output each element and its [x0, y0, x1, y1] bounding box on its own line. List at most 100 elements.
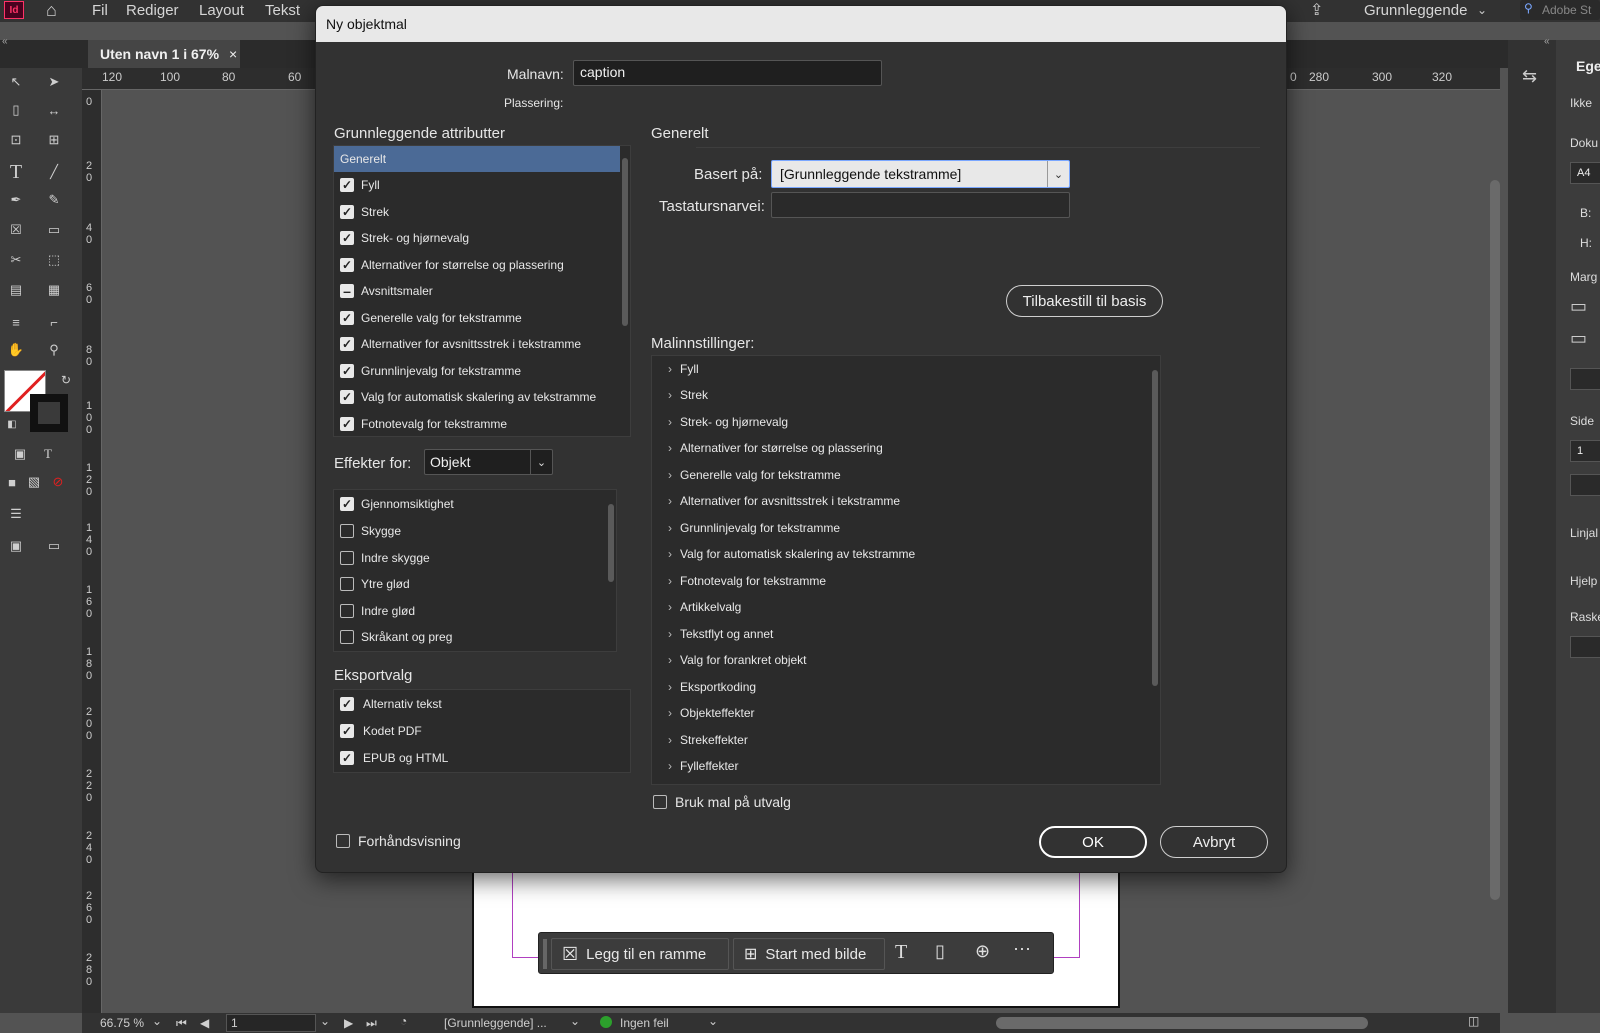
checkbox[interactable]: ✓ — [340, 497, 354, 511]
first-page-icon[interactable]: ⏮ — [176, 1016, 187, 1031]
apply-color-icon[interactable]: ■ — [0, 470, 24, 494]
next-page-icon[interactable]: ▶ — [344, 1016, 353, 1030]
note-tool-icon[interactable]: ≡ — [4, 310, 28, 334]
chevron-right-icon[interactable]: › — [660, 600, 680, 614]
last-page-icon[interactable]: ⏭ — [366, 1016, 377, 1031]
pen-tool-icon[interactable]: ✒ — [4, 188, 28, 212]
quick-action-button[interactable] — [1570, 636, 1600, 658]
direct-selection-tool-icon[interactable]: ➤ — [42, 70, 66, 94]
chevron-right-icon[interactable]: › — [660, 468, 680, 482]
chevron-right-icon[interactable]: › — [660, 733, 680, 747]
page-size-dropdown[interactable]: A4 — [1570, 162, 1600, 184]
split-view-icon[interactable]: ◫ — [1468, 1014, 1479, 1028]
chevron-down-icon[interactable]: ⌄ — [570, 1014, 580, 1028]
margin-field[interactable] — [1570, 368, 1600, 390]
checkbox[interactable]: ✓ — [340, 311, 354, 325]
list-item[interactable]: ✓ Fotnotevalg for tekstramme — [334, 411, 630, 437]
list-item[interactable]: Indre skygge — [334, 545, 616, 571]
tree-item[interactable]: › Generelle valg for tekstramme — [652, 462, 1160, 488]
preflight-icon[interactable]: ◔ — [400, 1014, 407, 1028]
menu-item-tekst[interactable]: Tekst — [265, 2, 300, 19]
pages-panel-icon[interactable]: ⇆ — [1522, 66, 1537, 87]
style-name-input[interactable]: caption — [573, 60, 882, 86]
hand-tool-icon[interactable]: ✋ — [4, 338, 28, 362]
checkbox[interactable]: ✓ — [340, 751, 354, 765]
type-tool-icon[interactable]: T — [4, 160, 28, 184]
checkbox[interactable]: ✓ — [340, 178, 354, 192]
chevron-right-icon[interactable]: › — [660, 574, 680, 588]
rectangle-frame-tool-icon[interactable]: ☒ — [4, 218, 28, 242]
chevron-right-icon[interactable]: › — [660, 494, 680, 508]
checkbox[interactable] — [340, 551, 354, 565]
list-item[interactable]: ✓ Alternativ tekst — [334, 691, 630, 717]
chevron-down-icon[interactable]: ⌄ — [708, 1014, 718, 1028]
preview-checkbox[interactable]: Forhåndsvisning — [336, 833, 461, 849]
workspace-switcher[interactable]: Grunnleggende — [1364, 2, 1467, 19]
zoom-tool-icon[interactable]: ⚲ — [42, 338, 66, 362]
chevron-right-icon[interactable]: › — [660, 547, 680, 561]
rectangle-tool-icon[interactable]: ▭ — [42, 218, 66, 242]
list-scrollbar[interactable] — [606, 490, 616, 651]
chevron-down-icon[interactable]: ⌄ — [152, 1014, 162, 1028]
based-on-dropdown[interactable]: [Grunnleggende tekstramme] ⌄ — [771, 160, 1070, 188]
close-icon[interactable]: × — [229, 46, 237, 62]
list-item[interactable]: Skråkant og preg — [334, 624, 616, 650]
list-item-generelt[interactable]: Generelt — [334, 146, 620, 172]
checkbox[interactable] — [336, 834, 350, 848]
chevron-right-icon[interactable]: › — [660, 759, 680, 773]
tree-item[interactable]: › Strek- og hjørnevalg — [652, 409, 1160, 435]
chevron-right-icon[interactable]: › — [660, 388, 680, 402]
list-item[interactable]: ✓ Kodet PDF — [334, 718, 630, 744]
stroke-swatch[interactable] — [30, 394, 68, 432]
chevron-right-icon[interactable]: › — [660, 653, 680, 667]
reset-to-base-button[interactable]: Tilbakestill til basis — [1006, 285, 1163, 317]
checkbox[interactable] — [340, 604, 354, 618]
content-placer-icon[interactable]: ⊞ — [42, 128, 66, 152]
chevron-right-icon[interactable]: › — [660, 627, 680, 641]
tree-item[interactable]: › Fylleffekter — [652, 753, 1160, 779]
shortcut-input[interactable] — [771, 192, 1070, 218]
start-with-image-button[interactable]: ⊞ Start med bilde — [733, 938, 885, 970]
checkbox[interactable] — [340, 524, 354, 538]
menu-item-rediger[interactable]: Rediger — [126, 2, 179, 19]
presentation-mode-icon[interactable]: ▭ — [42, 534, 66, 558]
margin-top-icon[interactable]: ▭ — [1570, 296, 1587, 317]
cancel-button[interactable]: Avbryt — [1160, 826, 1268, 858]
list-item[interactable]: ✓ Generelle valg for tekstramme — [334, 305, 630, 331]
page-number-field[interactable]: 1 — [226, 1014, 316, 1032]
list-item[interactable]: ✓ Gjennomsiktighet — [334, 491, 616, 517]
list-item[interactable]: Indre glød — [334, 598, 616, 624]
free-transform-tool-icon[interactable]: ⬚ — [42, 248, 66, 272]
add-frame-button[interactable]: ☒ Legg til en ramme — [551, 938, 729, 970]
list-scrollbar[interactable] — [620, 146, 630, 436]
tree-scrollbar[interactable] — [1150, 356, 1160, 784]
view-options-icon[interactable]: ☰ — [4, 502, 28, 526]
checkbox[interactable]: ✓ — [340, 697, 354, 711]
scissors-tool-icon[interactable]: ✂ — [4, 248, 28, 272]
chevron-right-icon[interactable]: › — [660, 441, 680, 455]
scroll-thumb[interactable] — [622, 158, 628, 326]
checkbox[interactable]: ✓ — [340, 364, 354, 378]
more-icon[interactable]: ⋯ — [1013, 939, 1031, 960]
page-icon[interactable]: ▯ — [935, 941, 945, 962]
checkbox[interactable]: ✓ — [340, 417, 354, 431]
error-status[interactable]: Ingen feil — [620, 1016, 669, 1030]
collapse-left-icon[interactable]: « — [2, 36, 8, 47]
tree-item[interactable]: › Valg for automatisk skalering av tekstr… — [652, 541, 1160, 567]
gradient-swatch-tool-icon[interactable]: ▤ — [4, 278, 28, 302]
list-item[interactable]: ✓ EPUB og HTML — [334, 745, 630, 771]
drag-handle[interactable] — [543, 939, 547, 969]
checkbox[interactable]: ✓ — [340, 337, 354, 351]
list-item[interactable]: ✓ Strek- og hjørnevalg — [334, 225, 630, 251]
document-tab[interactable]: Uten navn 1 i 67% × — [88, 40, 240, 68]
chevron-right-icon[interactable]: › — [660, 706, 680, 720]
add-page-icon[interactable]: ⊕ — [975, 941, 990, 962]
apply-to-selection-checkbox[interactable]: Bruk mal på utvalg — [653, 794, 791, 810]
swap-colors-icon[interactable]: ↻ — [54, 368, 78, 392]
menu-item-fil[interactable]: Fil — [92, 2, 108, 19]
gap-tool-icon[interactable]: ↔ — [42, 98, 66, 122]
dialog-title-bar[interactable]: Ny objektmal — [316, 6, 1286, 42]
selection-tool-icon[interactable]: ↖ — [4, 70, 28, 94]
share-icon[interactable]: ⇪ — [1310, 0, 1323, 20]
gradient-feather-tool-icon[interactable]: ▦ — [42, 278, 66, 302]
